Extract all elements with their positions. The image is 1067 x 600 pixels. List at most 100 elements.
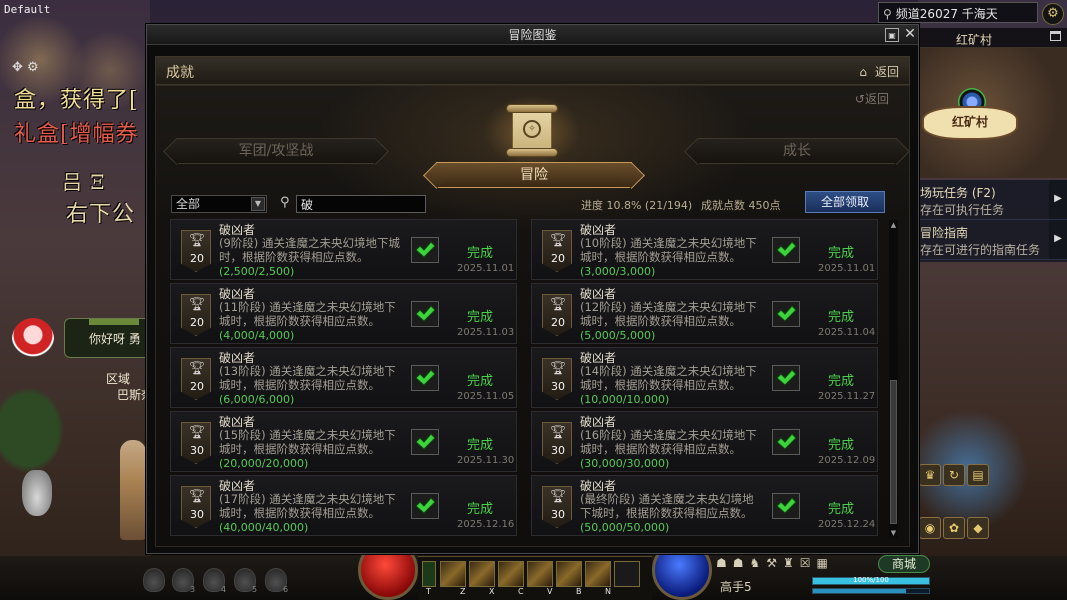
check-icon[interactable]	[772, 237, 800, 263]
status-complete: 完成	[467, 246, 494, 261]
achievement-card[interactable]: 🏆︎ 20 破凶者 (12阶段) 通关逢魔之未央幻境地下城时，根据阶数获得相应点数。(…	[531, 283, 878, 344]
check-icon[interactable]	[772, 301, 800, 327]
trophy-icon: 🏆︎	[549, 297, 567, 312]
chest-icon[interactable]: ▤	[967, 464, 989, 486]
search-icon: ⚲	[280, 195, 290, 210]
scrollbar-thumb[interactable]	[890, 380, 897, 524]
npc-character[interactable]	[120, 440, 146, 540]
move-icon[interactable]: ✥ ⚙	[12, 60, 39, 75]
tab-growth[interactable]: 成长	[697, 138, 897, 164]
potion-slot[interactable]	[143, 568, 165, 592]
completion-date: 2025.11.30	[457, 455, 515, 466]
completion-date: 2025.11.01	[457, 263, 515, 274]
search-input[interactable]	[296, 195, 426, 213]
achievement-card[interactable]: 🏆︎ 20 破凶者 (10阶段) 通关逢魔之未央幻境地下城时，根据阶数获得相应点数。(…	[531, 219, 878, 280]
achievement-description: (11阶段) 通关逢魔之未央幻境地下城时，根据阶数获得相应点数。	[219, 300, 396, 328]
back-button[interactable]: ⌂ 返回	[859, 63, 899, 80]
achievement-description: (14阶段) 通关逢魔之未央幻境地下城时，根据阶数获得相应点数。	[580, 364, 757, 392]
close-icon[interactable]: ✕	[903, 27, 917, 42]
achievement-progress: (6,000/6,000)	[219, 393, 295, 406]
quest-row[interactable]: 场玩任务 (F2) 存在可执行任务 ▶	[918, 180, 1067, 220]
skill-slot[interactable]	[556, 561, 582, 587]
badge-points: 20	[551, 252, 565, 265]
skill-slot[interactable]	[440, 561, 466, 587]
shop-button[interactable]: 商城	[878, 555, 930, 573]
achievement-badge: 🏆︎ 30	[542, 486, 572, 528]
achievement-progress: (30,000/30,000)	[580, 457, 670, 470]
potion-key: 3	[190, 585, 196, 594]
tab-adventure[interactable]: 冒险	[436, 162, 632, 188]
progress-text: 进度 10.8% (21/194)	[581, 199, 693, 212]
plant-decoration	[0, 380, 70, 480]
achievement-progress: (4,000/4,000)	[219, 329, 295, 342]
npc-avatar[interactable]	[12, 318, 54, 360]
badge-points: 30	[551, 444, 565, 457]
minimize-icon[interactable]: ▣	[885, 28, 899, 42]
achievement-card[interactable]: 🏆︎ 30 破凶者 (16阶段) 通关逢魔之未央幻境地下城时，根据阶数获得相应点数。(…	[531, 411, 878, 472]
check-icon[interactable]	[772, 429, 800, 455]
channel-selector[interactable]: ⚲ 频道26027 千海天	[878, 2, 1038, 23]
menu-icon-row[interactable]: ☗☗♞⚒♜☒▦	[716, 556, 876, 574]
trophy-icon: 🏆︎	[549, 425, 567, 440]
tab-legion[interactable]: 军团/攻坚战	[176, 138, 376, 164]
skill-slot[interactable]	[498, 561, 524, 587]
map-pin-icon[interactable]: ◉	[919, 517, 941, 539]
channel-icon: ⚲	[883, 7, 892, 21]
achievement-card[interactable]: 🏆︎ 30 破凶者 (最终阶段) 通关逢魔之未央幻境地下城时，根据阶数获得相应点数。(…	[531, 475, 878, 536]
skill-slot[interactable]	[614, 561, 640, 587]
quest-arrow-icon[interactable]: ▶	[1049, 220, 1067, 259]
refresh-icon[interactable]: ↻	[943, 464, 965, 486]
scroll-emblem-icon: ✧	[480, 92, 584, 170]
achievement-card[interactable]: 🏆︎ 20 破凶者 (11阶段) 通关逢魔之未央幻境地下城时，根据阶数获得相应点数。(…	[170, 283, 517, 344]
system-message: 右下公	[66, 202, 136, 227]
badge-points: 20	[190, 380, 204, 393]
window-title[interactable]: 冒险图鉴	[147, 25, 918, 45]
skill-key: T	[426, 587, 431, 596]
achievement-card[interactable]: 🏆︎ 30 破凶者 (14阶段) 通关逢魔之未央幻境地下城时，根据阶数获得相应点数。(…	[531, 347, 878, 408]
check-icon[interactable]	[411, 237, 439, 263]
check-icon[interactable]	[772, 365, 800, 391]
scroll-down-icon[interactable]: ▼	[889, 528, 898, 538]
badge-points: 30	[551, 380, 565, 393]
achievement-progress: (5,000/5,000)	[580, 329, 656, 342]
minimap-toggle-icon[interactable]	[1050, 31, 1061, 41]
back-link[interactable]: ↺返回	[855, 90, 889, 107]
achievement-card[interactable]: 🏆︎ 20 破凶者 (9阶段) 通关逢魔之未央幻境地下城时，根据阶数获得相应点数。 (2…	[170, 219, 517, 280]
achievement-grid: 🏆︎ 20 破凶者 (9阶段) 通关逢魔之未央幻境地下城时，根据阶数获得相应点数。 (2…	[170, 219, 880, 537]
check-icon[interactable]	[772, 493, 800, 519]
achievement-card[interactable]: 🏆︎ 20 破凶者 (13阶段) 通关逢魔之未央幻境地下城时，根据阶数获得相应点数。(…	[170, 347, 517, 408]
achievement-progress: (50,000/50,000)	[580, 521, 670, 534]
achievement-card[interactable]: 🏆︎ 30 破凶者 (17阶段) 通关逢魔之未央幻境地下城时，根据阶数获得相应点数。(…	[170, 475, 517, 536]
skill-slot[interactable]	[527, 561, 553, 587]
skill-slot[interactable]	[469, 561, 495, 587]
check-icon[interactable]	[411, 493, 439, 519]
trophy-icon: 🏆︎	[188, 425, 206, 440]
check-icon[interactable]	[411, 429, 439, 455]
settings-gear-icon[interactable]: ⚙	[1042, 3, 1064, 25]
scroll-up-icon[interactable]: ▲	[889, 220, 898, 230]
scrollbar[interactable]: ▲ ▼	[889, 220, 898, 538]
achievement-progress: (20,000/20,000)	[219, 457, 309, 470]
check-icon[interactable]	[411, 301, 439, 327]
quest-row[interactable]: 冒险指南 存在可进行的指南任务 ▶	[918, 220, 1067, 260]
category-select[interactable]: 全部 ▼	[171, 195, 267, 213]
minimap[interactable]: 红矿村	[918, 48, 1067, 178]
flower-icon[interactable]: ✿	[943, 517, 965, 539]
region-label[interactable]: 区域	[106, 370, 130, 387]
badge-points: 20	[190, 316, 204, 329]
dropdown-arrow-icon[interactable]: ▼	[251, 197, 265, 211]
skill-slot[interactable]	[422, 561, 436, 587]
quest-arrow-icon[interactable]: ▶	[1049, 180, 1067, 219]
default-label: Default	[4, 3, 51, 16]
achievement-description: (10阶段) 通关逢魔之未央幻境地下城时，根据阶数获得相应点数。	[580, 236, 757, 264]
achievement-content: ↺返回 ✧ 军团/攻坚战 成长 冒险 全部 ▼ ⚲ 进度 10.8% (21/1…	[155, 85, 910, 547]
gem-icon[interactable]: ◆	[967, 517, 989, 539]
check-icon[interactable]	[411, 365, 439, 391]
achievement-badge: 🏆︎ 20	[181, 358, 211, 400]
achievement-card[interactable]: 🏆︎ 30 破凶者 (15阶段) 通关逢魔之未央幻境地下城时，根据阶数获得相应点数。(…	[170, 411, 517, 472]
hud-icon-row: ♛ ↻ ▤	[918, 462, 1067, 492]
claim-all-button[interactable]: 全部领取	[805, 191, 885, 213]
skill-slot[interactable]	[585, 561, 611, 587]
achievement-description: (13阶段) 通关逢魔之未央幻境地下城时，根据阶数获得相应点数。	[219, 364, 396, 392]
crown-icon[interactable]: ♛	[919, 464, 941, 486]
